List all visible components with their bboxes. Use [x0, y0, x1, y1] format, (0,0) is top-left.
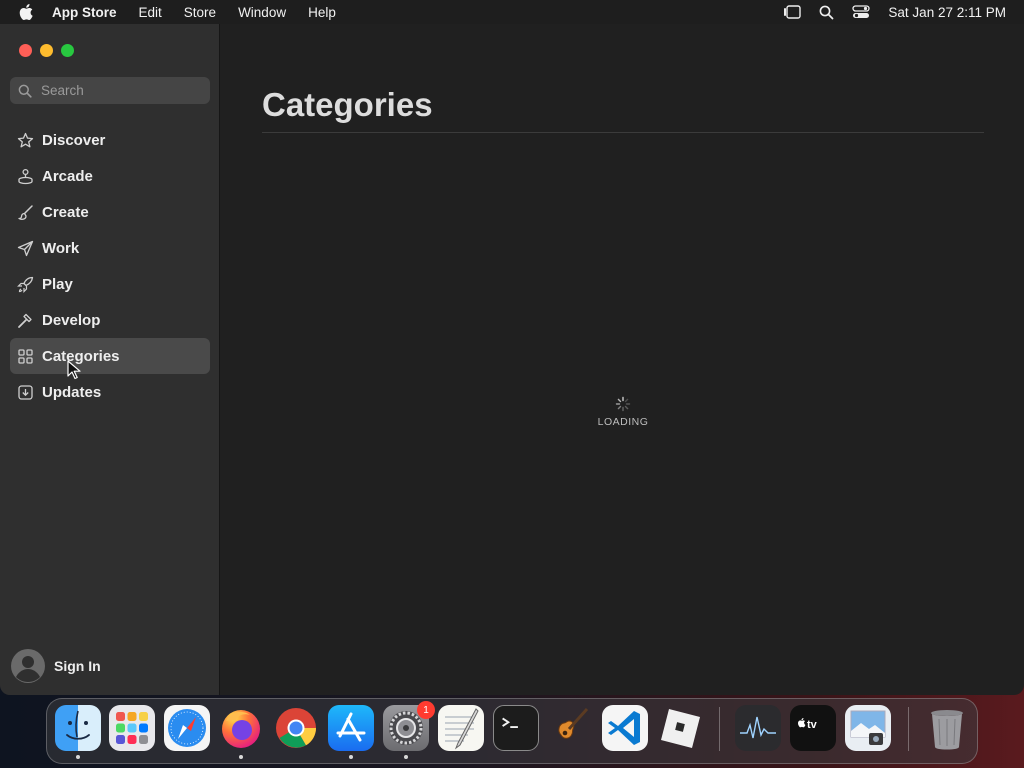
sidebar-item-work[interactable]: Work — [10, 230, 210, 266]
dock-roblox[interactable] — [657, 705, 703, 751]
sidebar-item-arcade[interactable]: Arcade — [10, 158, 210, 194]
rocket-icon — [16, 275, 34, 293]
chrome-icon — [273, 705, 319, 751]
sidebar-nav: Discover Arcade Create Work Play Develop… — [10, 122, 210, 410]
menu-bar: App Store Edit Store Window Help Sat Jan… — [0, 0, 1024, 24]
loading-indicator: LOADING — [591, 396, 655, 428]
sidebar-item-updates[interactable]: Updates — [10, 374, 210, 410]
brush-icon — [16, 203, 34, 221]
app-store-icon — [328, 705, 374, 751]
control-center-icon[interactable] — [852, 5, 871, 19]
dock-safari[interactable] — [164, 705, 210, 751]
dock-preview[interactable] — [845, 705, 891, 751]
dock-launchpad[interactable] — [109, 705, 155, 751]
running-indicator — [349, 755, 353, 759]
preview-icon — [845, 705, 891, 751]
activity-monitor-icon — [735, 705, 781, 751]
spotlight-search-icon[interactable] — [819, 5, 834, 20]
svg-text:tv: tv — [807, 719, 818, 731]
running-indicator — [239, 755, 243, 759]
sidebar-item-discover[interactable]: Discover — [10, 122, 210, 158]
avatar-icon — [11, 649, 45, 683]
sidebar-item-label: Discover — [42, 131, 106, 149]
sidebar-item-label: Work — [42, 239, 80, 257]
search-field[interactable] — [10, 77, 210, 104]
spinner-icon — [615, 396, 631, 412]
hammer-icon — [16, 311, 34, 329]
menu-store[interactable]: Store — [184, 5, 216, 20]
apple-tv-icon: tv — [790, 705, 836, 751]
dock-terminal[interactable] — [493, 705, 539, 751]
apple-menu-icon[interactable] — [18, 3, 36, 21]
sidebar-item-label: Create — [42, 203, 89, 221]
finder-icon — [55, 705, 101, 751]
sidebar-item-label: Play — [42, 275, 73, 293]
stage-manager-icon[interactable] — [783, 5, 802, 19]
paper-plane-icon — [16, 239, 34, 257]
sidebar-item-create[interactable]: Create — [10, 194, 210, 230]
sidebar-item-label: Develop — [42, 311, 101, 329]
sidebar: Discover Arcade Create Work — [0, 24, 220, 695]
vscode-icon — [602, 705, 648, 751]
sidebar-item-categories[interactable]: Categories — [10, 338, 210, 374]
dock: 1 tv — [46, 698, 978, 764]
sidebar-item-play[interactable]: Play — [10, 266, 210, 302]
running-indicator — [404, 755, 408, 759]
dock-chrome[interactable] — [273, 705, 319, 751]
main-content: Categories LOADING — [221, 24, 1024, 695]
sign-in-button[interactable]: Sign In — [10, 648, 101, 684]
running-indicator — [76, 755, 80, 759]
loading-text: LOADING — [597, 416, 649, 428]
grid-icon — [16, 347, 34, 365]
dock-garageband[interactable] — [547, 705, 593, 751]
title-divider — [262, 132, 984, 133]
mouse-cursor-icon — [67, 360, 81, 380]
sidebar-item-develop[interactable]: Develop — [10, 302, 210, 338]
dock-firefox[interactable] — [218, 705, 264, 759]
menu-edit[interactable]: Edit — [139, 5, 162, 20]
minimize-window-button[interactable] — [40, 44, 53, 57]
dock-vscode[interactable] — [602, 705, 648, 751]
dock-separator — [908, 707, 909, 751]
firefox-icon — [218, 705, 264, 751]
launchpad-icon — [109, 705, 155, 751]
search-input[interactable] — [41, 83, 191, 98]
download-icon — [16, 383, 34, 401]
close-window-button[interactable] — [19, 44, 32, 57]
textedit-icon — [438, 705, 484, 751]
dock-trash[interactable] — [924, 705, 970, 751]
roblox-icon — [657, 705, 703, 751]
sidebar-item-label: Arcade — [42, 167, 93, 185]
app-store-window: Discover Arcade Create Work — [0, 24, 1024, 695]
joystick-icon — [16, 167, 34, 185]
clock-datetime[interactable]: Sat Jan 27 2:11 PM — [888, 5, 1006, 20]
maximize-window-button[interactable] — [61, 44, 74, 57]
terminal-icon — [493, 705, 539, 751]
sign-in-label: Sign In — [54, 658, 101, 674]
dock-separator — [719, 707, 720, 751]
menu-app-name[interactable]: App Store — [52, 5, 117, 20]
menu-window[interactable]: Window — [238, 5, 286, 20]
dock-activity-monitor[interactable] — [735, 705, 781, 751]
search-icon — [18, 84, 32, 98]
star-icon — [16, 131, 34, 149]
dock-system-settings[interactable]: 1 — [383, 701, 435, 759]
dock-finder[interactable] — [55, 705, 101, 759]
dock-apple-tv[interactable]: tv — [790, 705, 836, 751]
window-controls — [19, 44, 74, 57]
menu-help[interactable]: Help — [308, 5, 336, 20]
page-title: Categories — [262, 86, 433, 123]
notification-badge: 1 — [417, 701, 435, 719]
garageband-icon — [547, 705, 593, 751]
dock-textedit[interactable] — [438, 705, 484, 751]
trash-icon — [924, 705, 970, 751]
sidebar-item-label: Updates — [42, 383, 102, 401]
safari-icon — [164, 705, 210, 751]
dock-app-store[interactable] — [328, 705, 374, 759]
